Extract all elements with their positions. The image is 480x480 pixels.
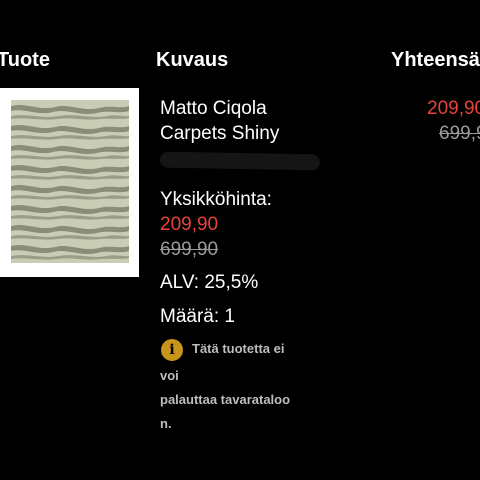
line-total-original: 699,90	[439, 123, 480, 144]
column-header-product: Tuote	[0, 49, 50, 71]
product-name-line2: Carpets Shiny	[160, 123, 280, 144]
return-notice-line1: Tätä tuotetta ei	[192, 341, 285, 356]
rug-zebra-pattern	[11, 100, 129, 263]
unit-price-current: 209,90	[160, 214, 219, 235]
product-image[interactable]	[0, 88, 139, 277]
column-header-description: Kuvaus	[156, 49, 229, 71]
return-notice-line4: n.	[160, 416, 172, 431]
unit-price-label: Yksikköhinta:	[160, 189, 272, 210]
quantity: Määrä: 1	[160, 306, 235, 327]
line-total-current: 209,90	[427, 98, 480, 119]
unit-price-original: 699,90	[160, 239, 219, 260]
column-header-total: Yhteensä	[391, 49, 480, 71]
info-icon: i	[161, 339, 183, 361]
redacted-text	[159, 151, 321, 171]
return-notice-line2: voi	[160, 368, 179, 383]
product-name[interactable]: Matto Ciqola Carpets Shiny	[160, 96, 330, 146]
product-name-line1: Matto Ciqola	[160, 98, 267, 119]
vat-rate: ALV: 25,5%	[160, 272, 259, 293]
return-notice-line3: palauttaa tavarataloo	[160, 392, 291, 407]
